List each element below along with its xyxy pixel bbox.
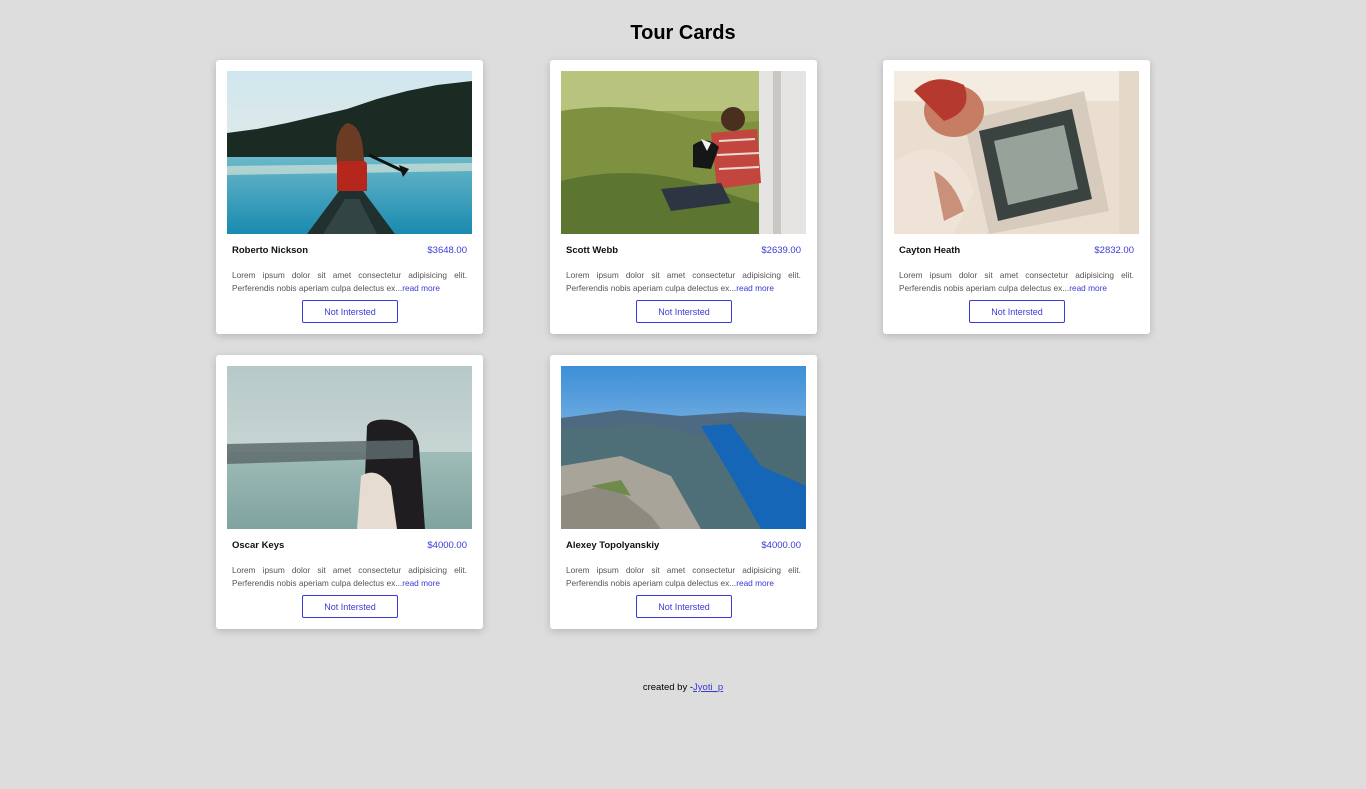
tour-card: Oscar Keys $4000.00 Lorem ipsum dolor si… <box>216 355 483 629</box>
tour-image-sea <box>227 366 472 529</box>
tour-image-grass <box>561 71 806 234</box>
tour-description: Lorem ipsum dolor sit amet consectetur a… <box>232 564 467 589</box>
tour-card: Roberto Nickson $3648.00 Lorem ipsum dol… <box>216 60 483 334</box>
tour-image-canoe <box>227 71 472 234</box>
not-interested-button[interactable]: Not Intersted <box>636 300 732 323</box>
tour-name: Oscar Keys <box>232 540 285 551</box>
tour-price: $4000.00 <box>761 540 801 551</box>
footer-prefix: created by - <box>642 682 694 693</box>
tour-price: $2832.00 <box>1094 245 1134 256</box>
read-more-link[interactable]: read more <box>736 578 774 588</box>
read-more-link[interactable]: read more <box>402 283 440 293</box>
tour-price: $2639.00 <box>761 245 801 256</box>
tour-price: $3648.00 <box>427 245 467 256</box>
tour-image-fjord <box>561 366 806 529</box>
tour-image-van <box>894 71 1139 234</box>
not-interested-button[interactable]: Not Intersted <box>969 300 1065 323</box>
tour-price: $4000.00 <box>427 540 467 551</box>
footer: created by -Jyoti_p <box>0 682 1366 693</box>
read-more-link[interactable]: read more <box>402 578 440 588</box>
tour-name: Alexey Topolyanskiy <box>566 540 660 551</box>
tour-description: Lorem ipsum dolor sit amet consectetur a… <box>899 269 1134 294</box>
read-more-link[interactable]: read more <box>736 283 774 293</box>
tour-description: Lorem ipsum dolor sit amet consectetur a… <box>232 269 467 294</box>
read-more-link[interactable]: read more <box>1069 283 1107 293</box>
tour-card: Cayton Heath $2832.00 Lorem ipsum dolor … <box>883 60 1150 334</box>
tour-description: Lorem ipsum dolor sit amet consectetur a… <box>566 269 801 294</box>
tour-description: Lorem ipsum dolor sit amet consectetur a… <box>566 564 801 589</box>
not-interested-button[interactable]: Not Intersted <box>302 595 398 618</box>
author-link[interactable]: Jyoti_p <box>693 682 723 693</box>
page-title: Tour Cards <box>630 22 736 44</box>
tour-card: Alexey Topolyanskiy $4000.00 Lorem ipsum… <box>550 355 817 629</box>
tour-card: Scott Webb $2639.00 Lorem ipsum dolor si… <box>550 60 817 334</box>
tour-name: Cayton Heath <box>899 245 961 256</box>
not-interested-button[interactable]: Not Intersted <box>636 595 732 618</box>
tour-name: Roberto Nickson <box>232 245 309 256</box>
tour-name: Scott Webb <box>566 245 619 256</box>
not-interested-button[interactable]: Not Intersted <box>302 300 398 323</box>
